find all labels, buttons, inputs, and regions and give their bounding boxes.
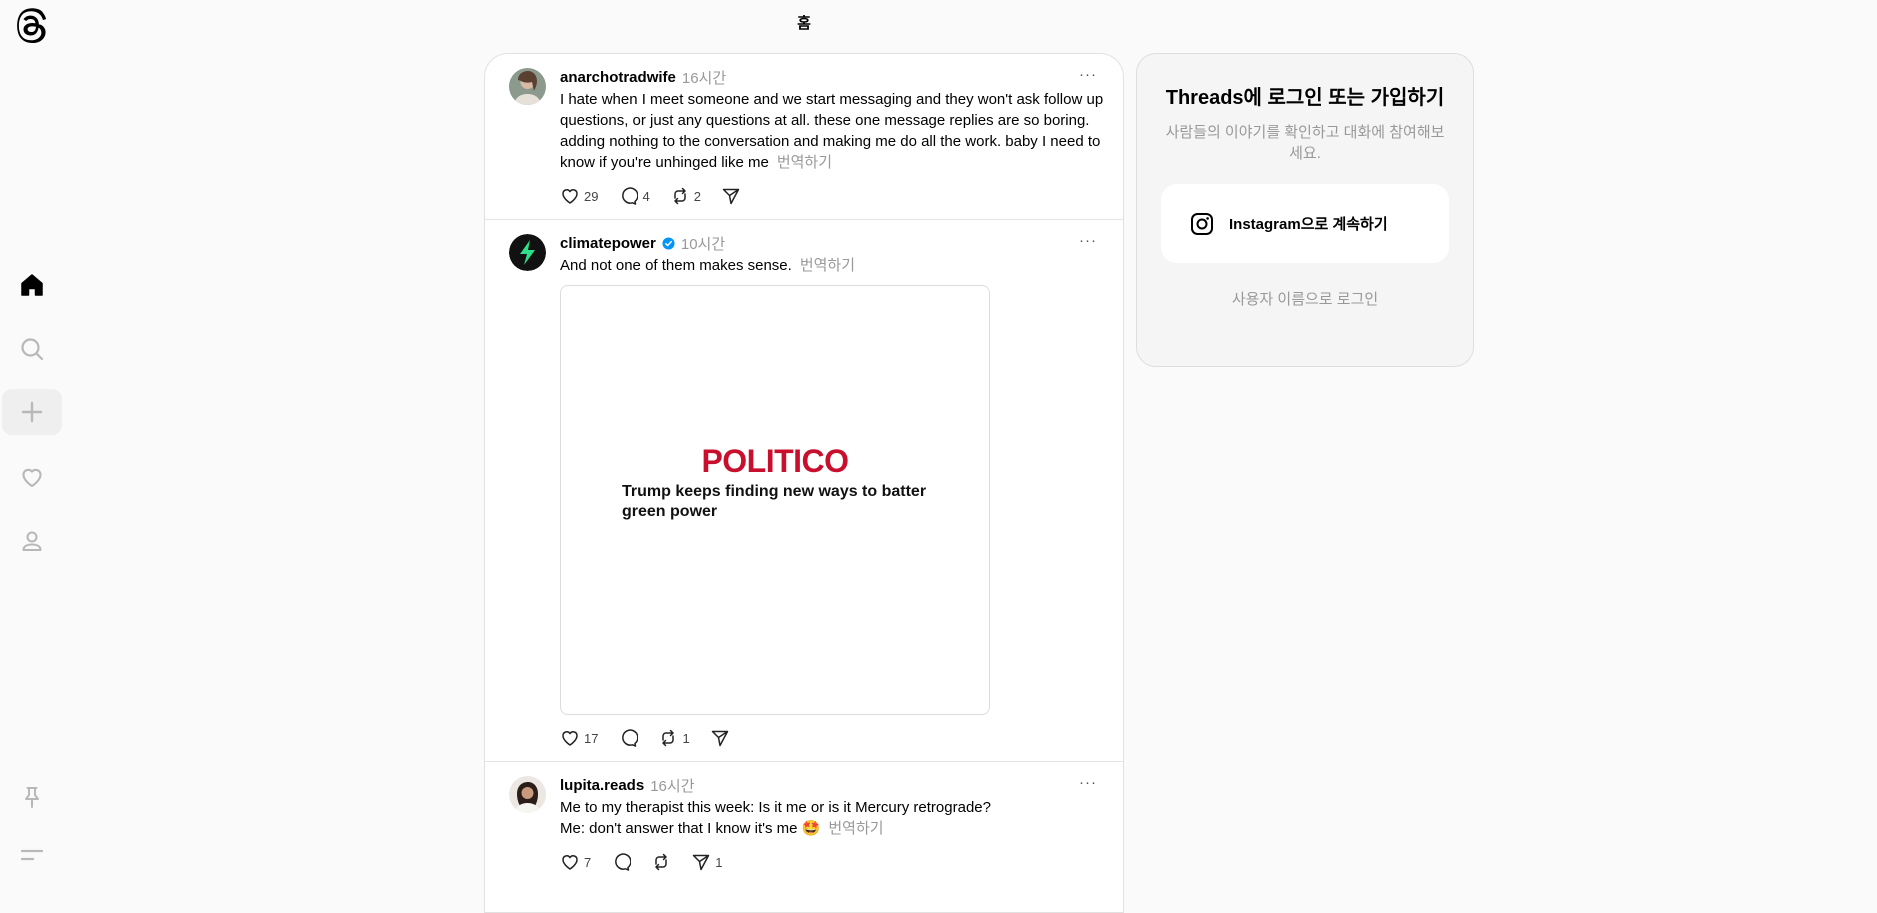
post-text: And not one of them makes sense. 번역하기 xyxy=(560,257,856,274)
translate-link[interactable]: 번역하기 xyxy=(777,154,832,171)
menu-icon xyxy=(20,849,44,861)
repost-count: 2 xyxy=(693,188,701,204)
share-button[interactable] xyxy=(710,728,730,748)
post-time[interactable]: 10시간 xyxy=(681,233,725,254)
pin-icon xyxy=(25,787,39,808)
verified-badge-icon xyxy=(662,236,675,250)
more-options-icon[interactable]: ··· xyxy=(1079,232,1097,249)
post-username[interactable]: climatepower xyxy=(560,235,656,252)
reply-button[interactable]: 4 xyxy=(618,186,650,206)
send-icon xyxy=(711,730,728,747)
like-count: 17 xyxy=(584,730,599,746)
home-icon xyxy=(21,274,43,296)
username-login-link[interactable]: 사용자 이름으로 로그인 xyxy=(1161,288,1449,309)
login-card: Threads에 로그인 또는 가입하기 사람들의 이야기를 확인하고 대화에 … xyxy=(1136,53,1474,367)
post-text: Me to my therapist this week: Is it me o… xyxy=(560,799,991,837)
repost-icon xyxy=(662,729,675,747)
post-actions: 7 1 xyxy=(560,851,1099,873)
share-count: 1 xyxy=(715,854,723,870)
feed: anarchotradwife 16시간 ··· I hate when I m… xyxy=(484,53,1124,913)
post-actions: 29 4 2 xyxy=(560,185,1099,207)
translate-link[interactable]: 번역하기 xyxy=(828,820,883,837)
translate-link[interactable]: 번역하기 xyxy=(800,257,855,274)
threads-logo-icon[interactable] xyxy=(16,8,48,44)
like-button[interactable]: 7 xyxy=(560,852,591,872)
post-time[interactable]: 16시간 xyxy=(682,67,726,88)
comment-icon xyxy=(615,853,632,871)
plus-icon xyxy=(21,401,43,423)
repost-button[interactable]: 2 xyxy=(670,186,701,206)
post-time[interactable]: 16시간 xyxy=(650,775,694,796)
instagram-login-button[interactable]: Instagram으로 계속하기 xyxy=(1161,184,1449,263)
left-nav xyxy=(0,0,64,892)
post[interactable]: lupita.reads 16시간 ··· Me to my therapist… xyxy=(485,762,1123,885)
send-icon xyxy=(692,854,710,871)
like-count: 29 xyxy=(584,188,599,204)
reply-count: 4 xyxy=(642,188,650,204)
post-username[interactable]: anarchotradwife xyxy=(560,69,676,86)
repost-button[interactable]: 1 xyxy=(658,728,690,748)
share-button[interactable] xyxy=(721,186,741,206)
post-text: I hate when I meet someone and we start … xyxy=(560,91,1104,171)
repost-icon xyxy=(673,187,686,205)
instagram-login-label: Instagram으로 계속하기 xyxy=(1229,216,1388,233)
reply-button[interactable] xyxy=(611,852,632,872)
post-media-image[interactable]: POLITICO Trump keeps finding new ways to… xyxy=(560,285,990,715)
login-subtitle: 사람들의 이야기를 확인하고 대화에 참여해보세요. xyxy=(1165,124,1445,162)
nav-search[interactable] xyxy=(2,326,62,372)
comment-icon xyxy=(622,187,639,205)
post[interactable]: anarchotradwife 16시간 ··· I hate when I m… xyxy=(485,54,1123,220)
like-button[interactable]: 29 xyxy=(560,186,598,206)
heart-icon xyxy=(562,855,578,870)
repost-button[interactable] xyxy=(651,852,671,872)
nav-pinned[interactable] xyxy=(2,774,62,820)
media-headline: Trump keeps finding new ways to batter g… xyxy=(622,483,927,520)
heart-icon xyxy=(22,468,42,488)
comment-icon xyxy=(622,729,639,747)
nav-activity[interactable] xyxy=(2,454,62,500)
share-button[interactable]: 1 xyxy=(691,852,722,872)
like-count: 7 xyxy=(584,854,592,870)
post[interactable]: climatepower 10시간 ··· And not one of the… xyxy=(485,220,1123,762)
page-title: 홈 xyxy=(797,15,811,32)
avatar[interactable] xyxy=(509,68,546,105)
post-actions: 17 1 xyxy=(560,727,1099,749)
heart-icon xyxy=(562,189,578,204)
send-icon xyxy=(722,188,740,205)
like-button[interactable]: 17 xyxy=(560,728,598,748)
nav-home[interactable] xyxy=(2,262,62,308)
instagram-icon xyxy=(1191,212,1213,235)
reply-button[interactable] xyxy=(618,728,639,748)
heart-icon xyxy=(562,731,578,746)
more-options-icon[interactable]: ··· xyxy=(1079,66,1097,83)
user-icon xyxy=(22,531,42,552)
avatar[interactable] xyxy=(509,234,546,271)
repost-icon xyxy=(655,853,667,871)
nav-profile[interactable] xyxy=(2,518,62,564)
politico-logo: POLITICO xyxy=(701,443,849,479)
nav-menu[interactable] xyxy=(2,832,62,878)
search-icon xyxy=(21,338,44,361)
avatar[interactable] xyxy=(509,776,546,813)
nav-create[interactable] xyxy=(2,389,62,435)
login-title: Threads에 로그인 또는 가입하기 xyxy=(1165,87,1445,109)
repost-count: 1 xyxy=(682,730,690,746)
more-options-icon[interactable]: ··· xyxy=(1079,774,1097,791)
post-username[interactable]: lupita.reads xyxy=(560,777,644,794)
